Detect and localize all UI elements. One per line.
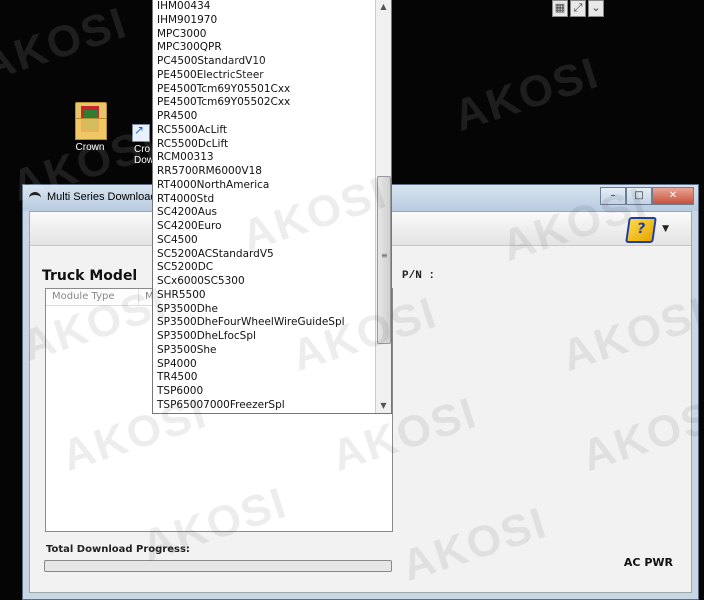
truck-model-title: Truck Model (42, 268, 138, 284)
dropdown-item[interactable]: RC5500DcLift (157, 138, 375, 152)
grip-icon: ≡ (381, 251, 388, 260)
dropdown-item[interactable]: PE4500ElectricSteer (157, 69, 375, 83)
dropdown-item[interactable]: IHM00434 (157, 0, 375, 14)
expand-icon[interactable]: ⤢ (570, 0, 586, 17)
dropdown-item[interactable]: RC5500AcLift (157, 124, 375, 138)
dropdown-item[interactable]: MPC300QPR (157, 41, 375, 55)
dropdown-item[interactable]: RT4000NorthAmerica (157, 179, 375, 193)
shortcut-icon (132, 123, 150, 142)
dropdown-item[interactable]: RCM00313 (157, 151, 375, 165)
ac-power-status: AC PWR (623, 556, 673, 569)
vertical-scrollbar[interactable]: ▲ ≡ ▼ (375, 0, 391, 413)
dropdown-item[interactable]: SCx6000SC5300 (157, 275, 375, 289)
dropdown-item[interactable]: PE4500Tcm69Y05502Cxx (157, 96, 375, 110)
folder-icon (75, 98, 107, 140)
window-title: Multi Series Download (47, 191, 157, 203)
dropdown-item[interactable]: SC4200Aus (157, 206, 375, 220)
dropdown-item[interactable]: TSP6000 (157, 385, 375, 399)
scroll-up-icon[interactable]: ▲ (376, 0, 391, 14)
watermark: AKOSI (447, 48, 606, 141)
desktop-toolbar: ▦ ⤢ ⌄ (552, 0, 604, 17)
dropdown-item[interactable]: SP3500Dhe (157, 303, 375, 317)
grid-icon[interactable]: ▦ (552, 0, 568, 17)
dropdown-item[interactable]: PR4500 (157, 110, 375, 124)
dropdown-item[interactable]: TSP65007000FreezerSpl (157, 399, 375, 413)
truck-model-dropdown-list[interactable]: IHM00434 IHM901970 MPC3000 MPC300QPR PC4500S… (152, 0, 392, 414)
scrollbar-thumb[interactable]: ≡ (377, 176, 391, 344)
dropdown-item[interactable]: SC5200DC (157, 261, 375, 275)
pn-label: P/N : (402, 270, 436, 282)
dropdown-item[interactable]: TR4500 (157, 371, 375, 385)
total-download-progress-bar (44, 560, 392, 572)
dropdown-item[interactable]: RR5700RM6000V18 (157, 165, 375, 179)
dropdown-item[interactable]: SP3500She (157, 344, 375, 358)
dropdown-items: IHM00434 IHM901970 MPC3000 MPC300QPR PC4500S… (153, 0, 375, 413)
minimize-button[interactable]: – (600, 187, 626, 205)
progress-label: Total Download Progress: (46, 544, 190, 555)
dropdown-item[interactable]: IHM901970 (157, 14, 375, 28)
maximize-button[interactable]: □ (626, 187, 652, 205)
desktop-icon-label: Crown (75, 142, 105, 153)
dropdown-item[interactable]: RT4000Std (157, 193, 375, 207)
dropdown-item[interactable]: SC5200ACStandardV5 (157, 248, 375, 262)
dropdown-item[interactable]: SC4200Euro (157, 220, 375, 234)
dropdown-item[interactable]: PE4500Tcm69Y05501Cxx (157, 83, 375, 97)
dropdown-item[interactable]: SC4500 (157, 234, 375, 248)
watermark: AKOSI (0, 0, 134, 91)
desktop-icon-crown[interactable]: Crown (60, 98, 120, 153)
dropdown-item[interactable]: SP4000 (157, 358, 375, 372)
dropdown-item[interactable]: SP3500DheFourWheelWireGuideSpl (157, 316, 375, 330)
close-button[interactable]: ✕ (652, 187, 694, 205)
dropdown-item[interactable]: SP3500DheLfocSpl (157, 330, 375, 344)
help-book-icon[interactable]: ? (625, 217, 657, 243)
dropdown-item[interactable]: SHR5500 (157, 289, 375, 303)
chevron-down-icon[interactable]: ⌄ (588, 0, 604, 17)
scroll-down-icon[interactable]: ▼ (376, 399, 391, 413)
app-icon (29, 192, 41, 203)
dropdown-item[interactable]: PC4500StandardV10 (157, 55, 375, 69)
dropdown-item[interactable]: MPC3000 (157, 28, 375, 42)
column-header-module-type[interactable]: Module Type (46, 289, 139, 305)
chevron-down-icon[interactable]: ▼ (662, 224, 669, 234)
